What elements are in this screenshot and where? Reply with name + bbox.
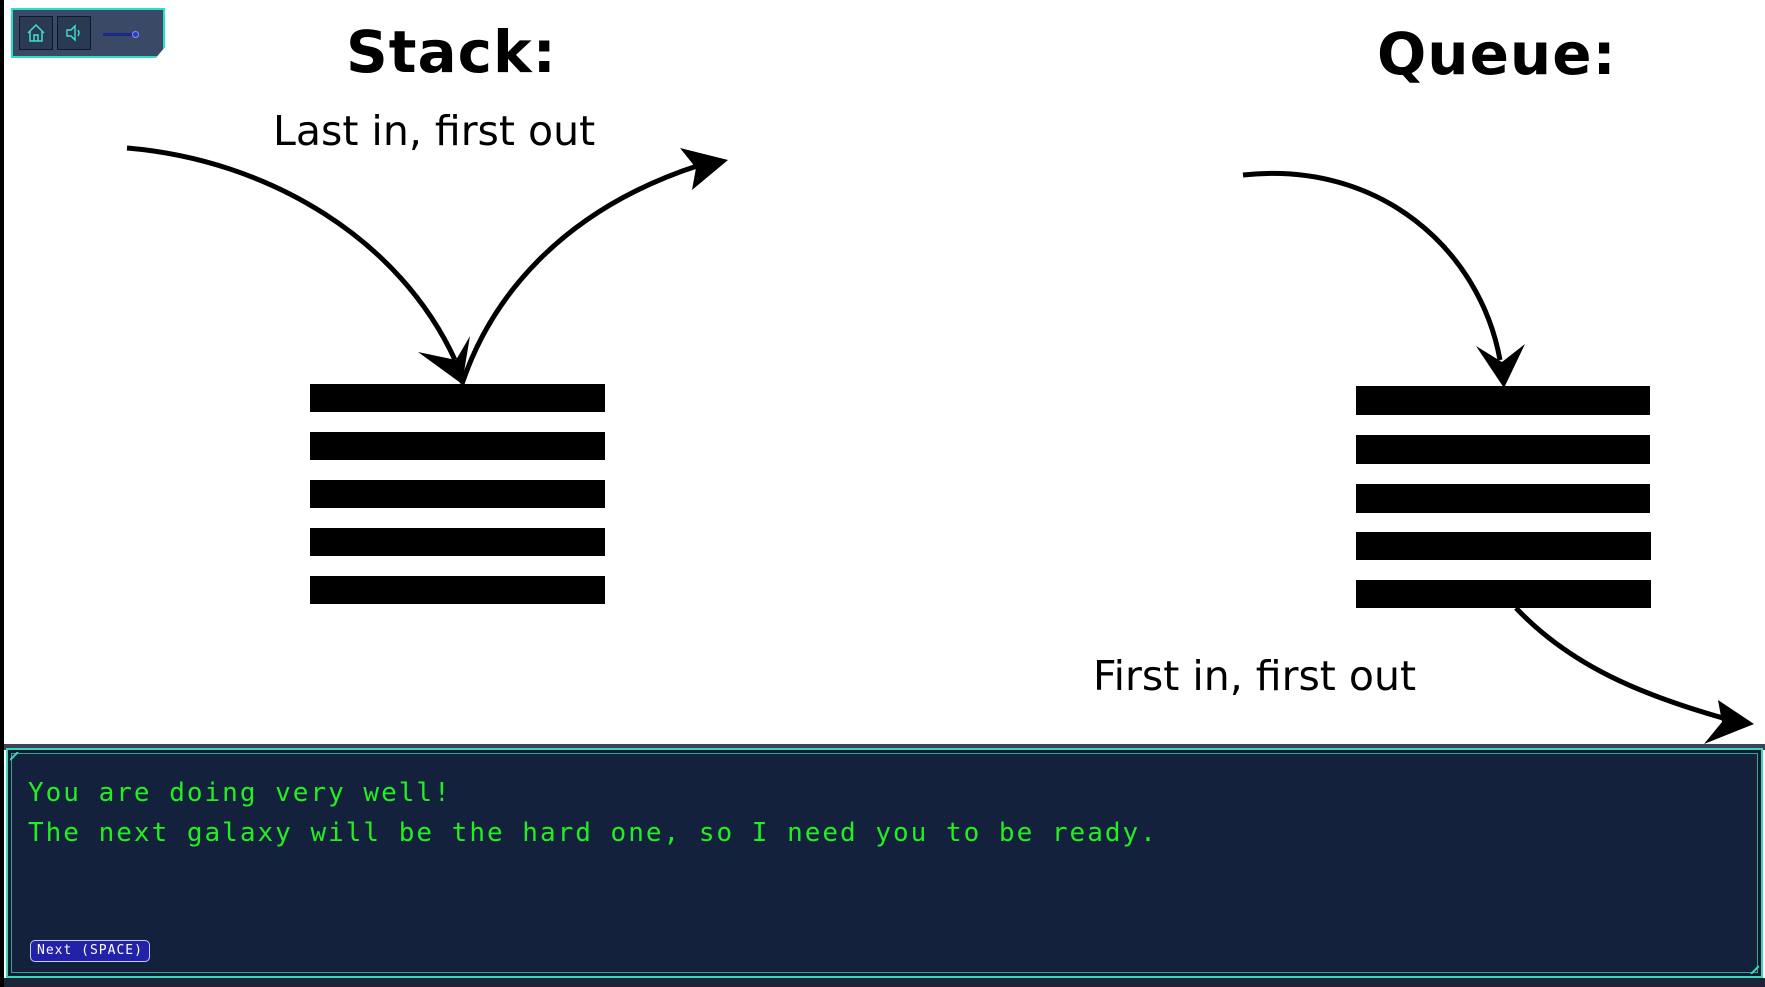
volume-track — [103, 33, 135, 36]
queue-bars — [1356, 386, 1651, 608]
corner-ornament — [10, 752, 19, 761]
volume-knob[interactable] — [132, 31, 139, 38]
next-button[interactable]: Next (SPACE) — [30, 940, 150, 962]
stack-bar — [310, 528, 605, 556]
stack-bar — [310, 480, 605, 508]
queue-bar — [1356, 386, 1650, 415]
dialog-bottom-border — [4, 978, 1765, 987]
dialog-box: You are doing very well! The next galaxy… — [6, 748, 1763, 978]
stack-push-arrow — [126, 145, 458, 362]
volume-slider[interactable] — [99, 16, 157, 50]
stack-bar — [310, 432, 605, 460]
control-panel — [11, 8, 165, 58]
stack-bar — [310, 576, 605, 604]
speaker-icon — [66, 24, 80, 42]
stack-bar — [310, 384, 605, 412]
stack-title: Stack: — [346, 18, 557, 86]
stack-bars — [310, 384, 605, 604]
corner-ornament — [1750, 965, 1759, 974]
queue-dequeue-arrow — [1514, 606, 1731, 723]
dialog-line: You are doing very well! — [28, 778, 452, 808]
stack-pop-arrow — [459, 162, 701, 385]
queue-bar — [1356, 435, 1650, 464]
queue-bar — [1356, 580, 1651, 608]
game-screen: Stack: Last in, first out Queue: First i… — [0, 0, 1765, 987]
queue-enqueue-arrow — [1242, 171, 1503, 361]
home-icon — [27, 23, 45, 42]
stack-queue-diagram — [126, 145, 1754, 744]
queue-bar — [1356, 484, 1650, 513]
queue-caption: First in, first out — [1093, 652, 1417, 700]
queue-bar — [1356, 532, 1651, 560]
stack-caption: Last in, first out — [273, 107, 596, 155]
home-button[interactable] — [19, 16, 53, 50]
queue-dequeue-arrowhead — [1704, 700, 1754, 744]
dialog-line: The next galaxy will be the hard one, so… — [28, 818, 1158, 848]
queue-title: Queue: — [1377, 20, 1617, 88]
sound-button[interactable] — [57, 16, 91, 50]
